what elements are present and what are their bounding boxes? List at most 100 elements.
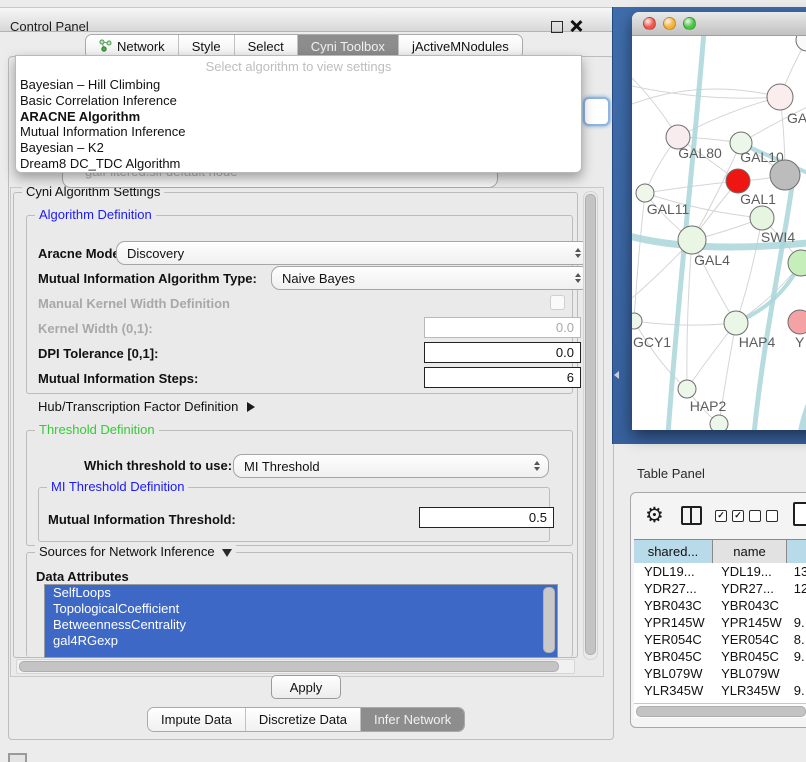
panel-resize-grip[interactable] <box>614 371 619 379</box>
table-cell: 9. <box>787 614 806 631</box>
network-node-hap4[interactable] <box>724 311 748 335</box>
table-cell: YLR345W <box>634 682 714 699</box>
mi-threshold-field[interactable]: 0.5 <box>419 507 554 528</box>
close-window-icon[interactable] <box>643 17 656 30</box>
attribute-item[interactable]: BetweennessCentrality <box>45 617 557 633</box>
network-edge[interactable] <box>687 240 692 389</box>
attribute-item[interactable]: gal4RGexp <box>45 633 557 649</box>
close-panel-icon[interactable] <box>570 20 582 32</box>
network-node-gal4[interactable] <box>678 226 706 254</box>
table-row[interactable]: YBL079WYBL079W <box>634 665 806 682</box>
table-row[interactable]: YPR145WYPR145W9. <box>634 614 806 631</box>
column-header[interactable]: A <box>787 540 806 563</box>
table-cell: YDL19... <box>634 563 714 580</box>
table-row[interactable]: YLR345WYLR345W9. <box>634 682 806 699</box>
column-header[interactable]: name <box>713 540 787 563</box>
network-node-hap2[interactable] <box>678 380 696 398</box>
clear-all-checks-icon[interactable] <box>749 510 778 522</box>
table-row[interactable]: YDL19...YDL19...13 <box>634 563 806 580</box>
algorithm-option[interactable]: ARACNE Algorithm <box>16 109 581 125</box>
network-edge[interactable] <box>634 321 736 325</box>
settings-hscrollbar[interactable] <box>16 659 575 674</box>
gear-icon[interactable]: ⚙ <box>645 503 664 527</box>
table-row[interactable]: YER054CYER054C8. <box>634 631 806 648</box>
algorithm-option[interactable]: Dream8 DC_TDC Algorithm <box>16 156 581 172</box>
export-table-icon[interactable] <box>793 502 806 526</box>
tab-impute-data[interactable]: Impute Data <box>148 708 246 731</box>
attribute-item[interactable]: TopologicalCoefficient <box>45 601 557 617</box>
network-node-label: GAL1 <box>740 191 776 207</box>
network-edge[interactable] <box>634 193 645 321</box>
network-node[interactable] <box>710 415 728 430</box>
network-edge[interactable] <box>634 321 687 389</box>
attributes-scrollbar[interactable] <box>543 587 555 653</box>
kernel-width-value: 0.0 <box>556 320 574 335</box>
float-panel-icon[interactable] <box>551 21 563 33</box>
table-cell: 12 <box>787 580 806 597</box>
select-all-checks-icon[interactable]: ✓✓ <box>715 510 744 522</box>
table-hscrollbar[interactable] <box>634 703 806 718</box>
aracne-mode-label: Aracne Mode: <box>38 246 124 261</box>
table-row[interactable]: YDR27...YDR27...12 <box>634 580 806 597</box>
tab-discretize-data[interactable]: Discretize Data <box>246 708 361 731</box>
network-node-gal[interactable] <box>767 84 793 110</box>
settings-vscrollbar[interactable] <box>583 191 598 660</box>
minimize-window-icon[interactable] <box>663 17 676 30</box>
expander-arrow-icon <box>247 402 255 412</box>
dpi-tolerance-label: DPI Tolerance [0,1]: <box>38 346 158 361</box>
algorithm-option[interactable]: Bayesian – K2 <box>16 140 581 156</box>
network-node[interactable] <box>796 36 806 51</box>
attribute-item[interactable] <box>45 649 557 658</box>
tab-infer-network[interactable]: Infer Network <box>361 708 464 731</box>
table-row[interactable]: YBR045CYBR045C9. <box>634 648 806 665</box>
hub-definition-expander[interactable]: Hub/Transcription Factor Definition <box>38 399 255 414</box>
network-window-titlebar[interactable] <box>632 12 806 36</box>
minimized-panel-icon[interactable] <box>8 753 27 762</box>
tab-label: Select <box>248 39 284 54</box>
attribute-item[interactable]: SelfLoops <box>45 585 557 601</box>
network-view-window[interactable]: GALGAL80GAL10GAL1GAL11SWI4GAL4GCY1HAP4YH… <box>632 12 806 430</box>
dpi-tolerance-value: 0.0 <box>556 345 574 360</box>
network-node[interactable] <box>788 250 806 276</box>
control-panel-title: Control Panel <box>10 19 89 34</box>
network-node[interactable] <box>770 160 800 190</box>
network-node-gal11[interactable] <box>636 184 654 202</box>
table-cell: YER054C <box>714 631 787 648</box>
dpi-tolerance-field[interactable]: 0.0 <box>424 342 581 363</box>
mi-type-label: Mutual Information Algorithm Type: <box>38 271 257 286</box>
algorithm-definition-legend: Algorithm Definition <box>35 207 156 222</box>
table-cell: YPR145W <box>634 614 714 631</box>
mi-steps-field[interactable]: 6 <box>424 367 581 388</box>
aracne-mode-value: Discovery <box>127 246 184 261</box>
network-node-y[interactable] <box>788 310 806 334</box>
table-cell: YBR043C <box>634 597 714 614</box>
aracne-mode-select[interactable]: Discovery <box>116 241 590 265</box>
which-threshold-select[interactable]: MI Threshold <box>233 454 549 478</box>
network-node-gcy1[interactable] <box>632 313 642 329</box>
network-node-gal1[interactable] <box>726 169 750 193</box>
control-panel-titlebar: Control Panel <box>0 7 622 32</box>
table-cell: YDL19... <box>714 563 787 580</box>
table-cell: YBL079W <box>714 665 787 682</box>
algorithm-option[interactable]: Mutual Information Inference <box>16 124 581 140</box>
table-hscrollbar-thumb[interactable] <box>636 706 806 717</box>
data-attributes-list[interactable]: SelfLoopsTopologicalCoefficientBetweenne… <box>44 584 558 658</box>
algorithm-option[interactable]: Basic Correlation Inference <box>16 93 581 109</box>
network-node-swi4[interactable] <box>750 206 774 230</box>
sources-legend-text: Sources for Network Inference <box>39 544 215 559</box>
vscrollbar-thumb[interactable] <box>585 194 596 655</box>
hscrollbar-thumb[interactable] <box>19 661 559 672</box>
apply-button[interactable]: Apply <box>271 675 341 699</box>
network-canvas[interactable]: GALGAL80GAL10GAL1GAL11SWI4GAL4GCY1HAP4YH… <box>632 36 806 430</box>
manual-kernel-checkbox[interactable] <box>550 295 565 310</box>
zoom-window-icon[interactable] <box>683 17 696 30</box>
kernel-width-field[interactable]: 0.0 <box>424 317 581 338</box>
table-cell: YER054C <box>634 631 714 648</box>
mi-type-select[interactable]: Naive Bayes <box>271 266 590 290</box>
table-row[interactable]: YBR043CYBR043C <box>634 597 806 614</box>
focused-combo-button[interactable] <box>583 97 610 126</box>
split-columns-icon[interactable] <box>681 506 702 525</box>
sources-legend[interactable]: Sources for Network Inference <box>35 544 236 559</box>
column-header[interactable]: shared... <box>634 540 713 563</box>
algorithm-option[interactable]: Bayesian – Hill Climbing <box>16 77 581 93</box>
